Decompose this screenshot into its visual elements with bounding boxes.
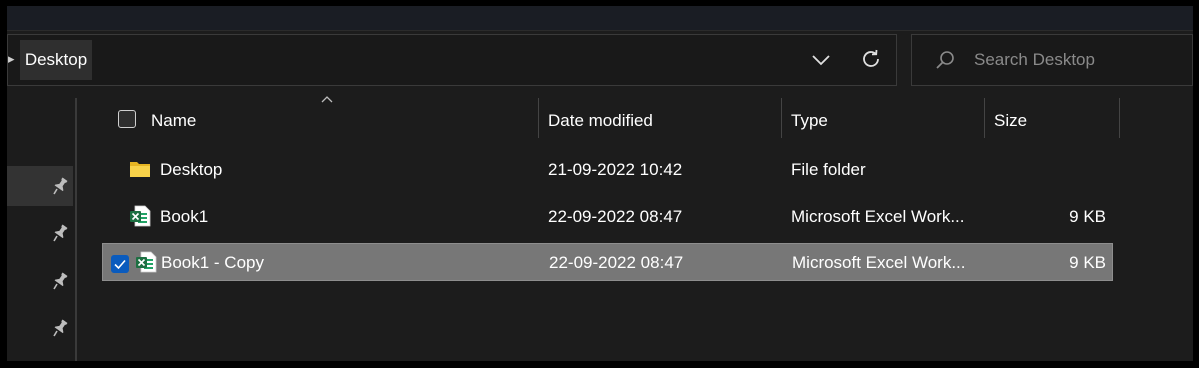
file-row[interactable]: Desktop 21-09-2022 10:42 File folder [102, 151, 1113, 189]
file-name: Desktop [160, 160, 223, 179]
column-resize-handle[interactable] [781, 98, 782, 138]
chevron-down-icon[interactable] [808, 49, 834, 71]
file-type: Microsoft Excel Work... [791, 207, 965, 226]
breadcrumb-desktop[interactable]: Desktop [20, 40, 92, 80]
navigation-pane-divider[interactable] [75, 98, 77, 361]
excel-file-icon [136, 251, 157, 273]
file-row[interactable]: Book1 22-09-2022 08:47 Microsoft Excel W… [102, 198, 1113, 236]
checkmark-icon [114, 259, 126, 270]
file-size: 9 KB [1069, 207, 1106, 226]
pin-icon[interactable] [53, 224, 69, 242]
quick-access-item-1[interactable] [7, 166, 73, 206]
title-bar-divider [7, 30, 1193, 31]
file-date-modified: 22-09-2022 08:47 [549, 253, 684, 272]
pin-icon[interactable] [53, 177, 69, 195]
refresh-icon[interactable] [859, 47, 883, 71]
file-explorer-window: ▸ Desktop Search Desktop Name Date modif… [7, 6, 1193, 361]
quick-access-item-3[interactable] [7, 261, 73, 301]
file-date-modified: 21-09-2022 10:42 [548, 160, 683, 179]
file-size: 9 KB [1069, 253, 1106, 272]
file-type: Microsoft Excel Work... [792, 253, 966, 272]
search-input[interactable]: Search Desktop [974, 50, 1095, 70]
file-date-modified: 22-09-2022 08:47 [548, 207, 683, 226]
pin-icon[interactable] [53, 319, 69, 337]
sort-ascending-icon [321, 96, 333, 103]
folder-icon [130, 162, 150, 177]
title-bar-strip [7, 6, 1193, 30]
row-checkbox[interactable] [111, 255, 129, 273]
file-name: Book1 - Copy [161, 253, 264, 272]
column-header-size[interactable]: Size [994, 111, 1027, 131]
breadcrumb-separator-icon[interactable]: ▸ [8, 51, 15, 67]
excel-file-icon [130, 205, 151, 227]
column-header-name[interactable]: Name [151, 111, 196, 131]
column-resize-handle[interactable] [984, 98, 985, 138]
file-type: File folder [791, 160, 866, 179]
quick-access-item-2[interactable] [7, 213, 73, 253]
file-name: Book1 [160, 207, 209, 226]
column-header-type[interactable]: Type [791, 111, 828, 131]
search-box[interactable]: Search Desktop [911, 34, 1193, 86]
column-header-date-modified[interactable]: Date modified [548, 111, 653, 131]
quick-access-item-4[interactable] [7, 308, 73, 348]
file-row-selected[interactable]: Book1 - Copy 22-09-2022 08:47 Microsoft … [102, 243, 1113, 281]
select-all-checkbox[interactable] [118, 110, 136, 128]
address-bar[interactable]: ▸ Desktop [7, 34, 897, 86]
pin-icon[interactable] [53, 272, 69, 290]
column-resize-handle[interactable] [1119, 98, 1120, 138]
search-icon [936, 51, 954, 69]
column-resize-handle[interactable] [538, 98, 539, 138]
